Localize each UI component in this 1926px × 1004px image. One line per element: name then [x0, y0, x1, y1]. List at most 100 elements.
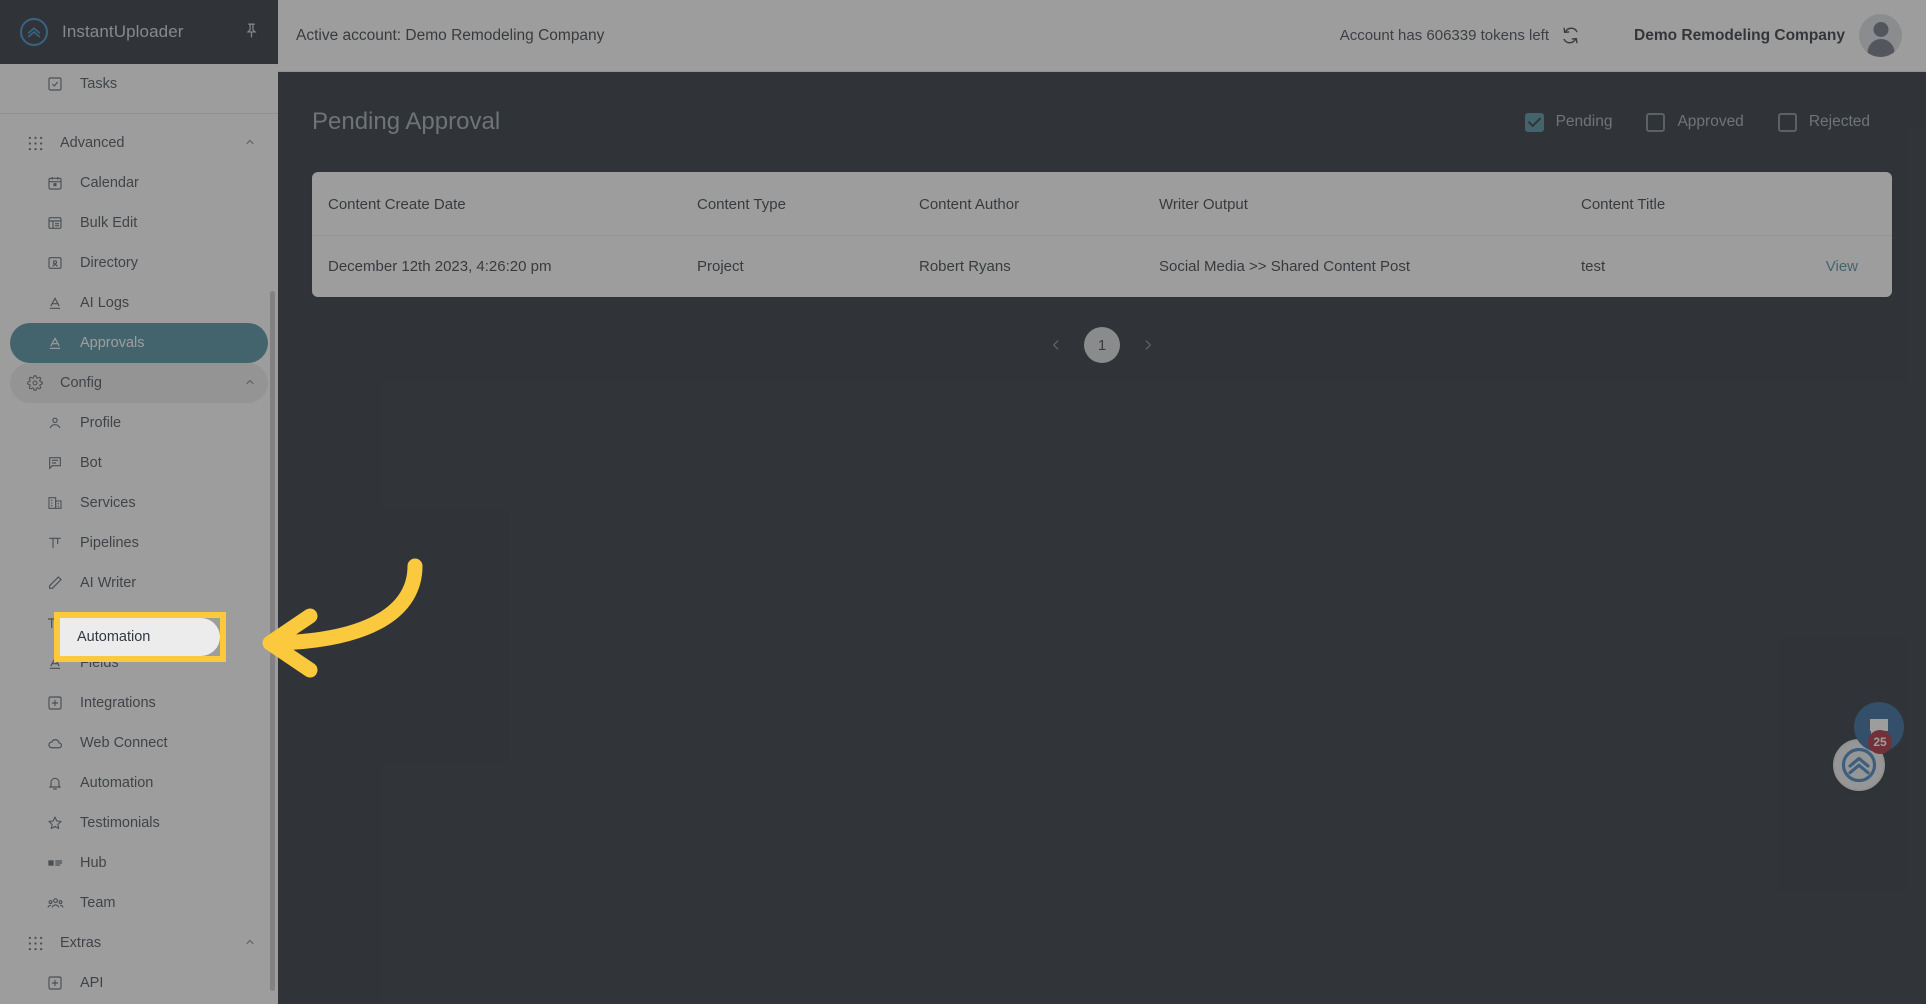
sidebar-item-label: Profile [80, 415, 122, 431]
sidebar-item-services[interactable]: Services [10, 483, 268, 523]
sidebar-item-label: Team [80, 895, 116, 911]
chevron-up-icon [244, 136, 256, 151]
sidebar-item-pipelines[interactable]: Pipelines [10, 523, 268, 563]
sidebar-item-label: Pipelines [80, 535, 139, 551]
sidebar-item-directory[interactable]: Directory [10, 243, 268, 283]
sidebar-item-label: Approvals [80, 335, 145, 351]
sidebar-item-approvals[interactable]: Approvals [10, 323, 268, 363]
checkbox-approved[interactable] [1646, 112, 1666, 132]
sidebar-item-label: Testimonials [80, 815, 160, 831]
letter-a-icon [46, 334, 64, 352]
column-header-content-title[interactable]: Content Title [1581, 172, 1791, 236]
highlight-callout-automation: Automation [54, 612, 226, 662]
filter-rejected[interactable]: Rejected [1777, 112, 1870, 132]
launcher-badge: 25 [1868, 730, 1892, 754]
refresh-icon[interactable] [1561, 26, 1580, 45]
column-header-actions [1791, 172, 1892, 236]
sidebar-item-tasks[interactable]: Tasks [10, 64, 268, 104]
sidebar-item-ai-logs[interactable]: AI Logs [10, 283, 268, 323]
sidebar-item-bulk-edit[interactable]: Bulk Edit [10, 203, 268, 243]
sidebar-divider [0, 113, 278, 114]
sidebar-item-label: Config [60, 375, 102, 391]
cell-create-date: December 12th 2023, 4:26:20 pm [328, 258, 552, 275]
approvals-table-card: Content Create Date Content Type Content… [312, 172, 1892, 297]
sidebar-item-api[interactable]: API [10, 963, 268, 1003]
filter-label: Approved [1677, 113, 1744, 130]
curved-left-arrow-icon [252, 548, 432, 678]
sidebar-item-label: API [80, 975, 104, 991]
pin-icon[interactable] [243, 22, 260, 42]
token-balance-label: Account has 606339 tokens left [1339, 27, 1549, 44]
avatar-icon[interactable] [1859, 14, 1902, 57]
chevron-left-icon[interactable] [1042, 331, 1070, 359]
pencil-icon [46, 574, 64, 592]
columns-icon [46, 534, 64, 552]
sidebar-item-ai-writer[interactable]: AI Writer [10, 563, 268, 603]
table-header-row: Content Create Date Content Type Content… [312, 172, 1892, 236]
sidebar-item-hub[interactable]: Hub [10, 843, 268, 883]
letter-a-icon [46, 294, 64, 312]
cloud-icon [46, 734, 64, 752]
building-icon [46, 494, 64, 512]
filter-label: Rejected [1808, 113, 1870, 130]
column-header-content-author[interactable]: Content Author [919, 172, 1159, 236]
column-header-writer-output[interactable]: Writer Output [1159, 172, 1581, 236]
sidebar-item-label: Directory [80, 255, 139, 271]
sidebar-item-label: Bulk Edit [80, 215, 138, 231]
sidebar-item-automation[interactable]: Automation [10, 763, 268, 803]
cell-content-author: Robert Ryans [919, 258, 1011, 275]
table-row[interactable]: December 12th 2023, 4:26:20 pm Project R… [312, 236, 1892, 298]
cell-content-title: test [1581, 258, 1606, 275]
sidebar-item-web-connect[interactable]: Web Connect [10, 723, 268, 763]
sidebar-item-label: AI Logs [80, 295, 130, 311]
cell-writer-output: Social Media >> Shared Content Post [1159, 258, 1410, 275]
gear-icon [26, 374, 44, 392]
user-icon [46, 414, 64, 432]
chevron-right-icon[interactable] [1134, 331, 1162, 359]
page-number-1[interactable]: 1 [1084, 327, 1120, 363]
sidebar-item-label: AI Writer [80, 575, 137, 591]
sidebar-group-config[interactable]: Config [10, 363, 268, 403]
highlight-label[interactable]: Automation [60, 618, 220, 656]
column-header-create-date[interactable]: Content Create Date [312, 172, 697, 236]
chevron-up-icon [244, 936, 256, 951]
bell-icon [46, 774, 64, 792]
filter-pending[interactable]: Pending [1524, 112, 1612, 132]
filter-approved[interactable]: Approved [1646, 112, 1744, 132]
active-account-label: Active account: Demo Remodeling Company [296, 26, 605, 44]
status-filter-group: Pending Approved Rejected [1524, 112, 1870, 132]
message-lines-icon [46, 454, 64, 472]
page-header: Pending Approval Pending Approved Reject… [278, 72, 1926, 172]
sidebar-item-bot[interactable]: Bot [10, 443, 268, 483]
sidebar-item-team[interactable]: Team [10, 883, 268, 923]
sidebar-item-label: Hub [80, 855, 107, 871]
id-card-icon [46, 254, 64, 272]
column-header-content-type[interactable]: Content Type [697, 172, 919, 236]
app-root: InstantUploader Tasks Advanced Calendar … [0, 0, 1926, 1004]
sidebar-nav: Tasks Advanced Calendar Bulk Edit Direct… [0, 64, 278, 1004]
card-list-icon [46, 854, 64, 872]
sidebar-item-profile[interactable]: Profile [10, 403, 268, 443]
approvals-table: Content Create Date Content Type Content… [312, 172, 1892, 297]
checkbox-pending[interactable] [1524, 112, 1544, 132]
sidebar-item-label: Advanced [60, 135, 125, 151]
sidebar-group-advanced[interactable]: Advanced [10, 123, 268, 163]
main-content: Pending Approval Pending Approved Reject… [278, 72, 1926, 1004]
sidebar-item-label: Tasks [80, 76, 118, 92]
users-icon [46, 894, 64, 912]
pagination: 1 [278, 327, 1926, 363]
sidebar-item-calendar[interactable]: Calendar [10, 163, 268, 203]
calendar-icon [46, 174, 64, 192]
account-name-label[interactable]: Demo Remodeling Company [1634, 27, 1845, 45]
sidebar-item-label: Web Connect [80, 735, 168, 751]
checkbox-rejected[interactable] [1777, 112, 1797, 132]
sidebar-item-label: Extras [60, 935, 102, 951]
chevrons-up-circle-icon [20, 18, 48, 46]
view-link[interactable]: View [1826, 258, 1858, 275]
star-icon [46, 814, 64, 832]
sidebar-item-label: Services [80, 495, 136, 511]
sidebar: InstantUploader Tasks Advanced Calendar … [0, 0, 278, 1004]
sidebar-group-extras[interactable]: Extras [10, 923, 268, 963]
sidebar-item-integrations[interactable]: Integrations [10, 683, 268, 723]
sidebar-item-testimonials[interactable]: Testimonials [10, 803, 268, 843]
